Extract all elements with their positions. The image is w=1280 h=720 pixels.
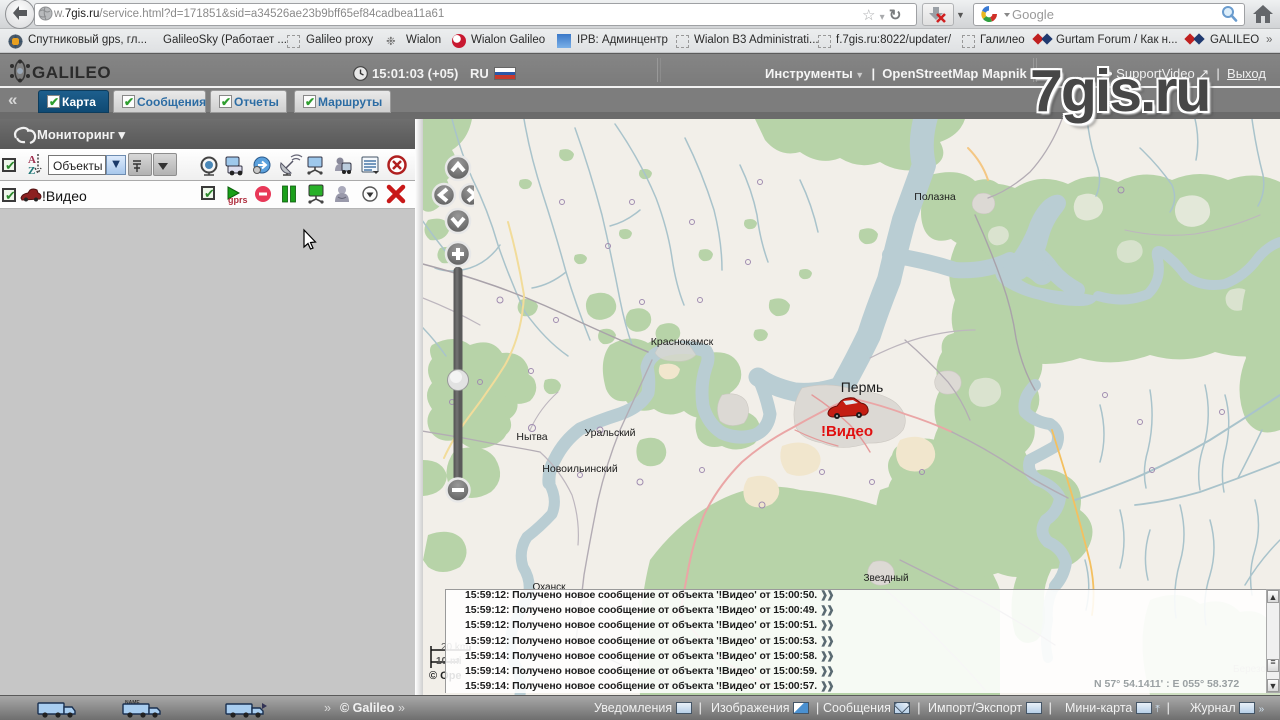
svg-text:Нытва: Нытва xyxy=(516,431,547,443)
svg-text:Новоильинский: Новоильинский xyxy=(542,463,618,475)
svg-text:Уральский: Уральский xyxy=(584,427,635,439)
svg-text:Звездный: Звездный xyxy=(863,573,908,584)
svg-text:gprs: gprs xyxy=(228,195,248,205)
svg-text:!Видео: !Видео xyxy=(821,423,873,440)
svg-text:Краснокамск: Краснокамск xyxy=(651,336,714,348)
svg-text:Полазна: Полазна xyxy=(914,191,956,203)
svg-text:Пермь: Пермь xyxy=(841,379,884,395)
svg-text:Z: Z xyxy=(28,165,35,177)
